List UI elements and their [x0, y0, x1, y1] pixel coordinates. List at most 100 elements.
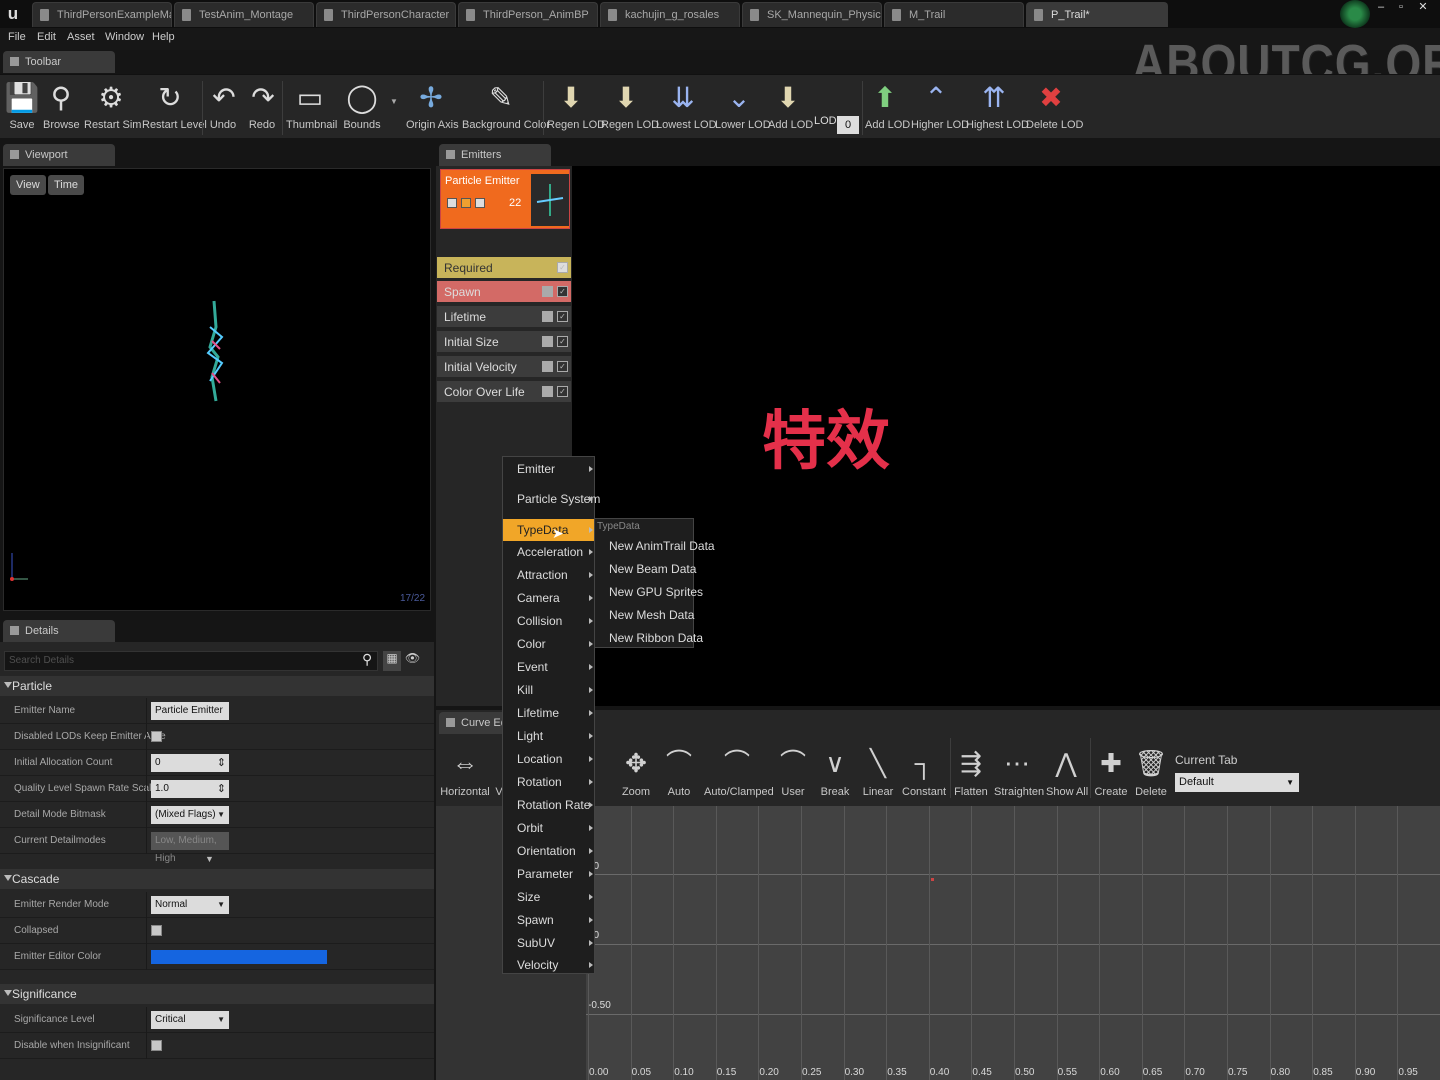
- menu-item-new-gpu-sprites[interactable]: New GPU Sprites: [609, 585, 703, 599]
- quality-level-spawn-field[interactable]: 1.0: [151, 780, 229, 798]
- menu-item-event[interactable]: Event: [503, 656, 595, 678]
- restart-level-button[interactable]: ↻ Restart Level: [142, 75, 207, 137]
- menu-item-new-mesh-data[interactable]: New Mesh Data: [609, 608, 694, 622]
- module-curve-checkbox[interactable]: ✓: [557, 361, 568, 372]
- menu-item-size[interactable]: Size: [503, 886, 595, 908]
- delete-lod-button[interactable]: ✖ Delete LOD: [1026, 75, 1083, 137]
- menu-item-lifetime[interactable]: Lifetime: [503, 702, 595, 724]
- undo-button[interactable]: ↶ Undo: [206, 75, 240, 137]
- menu-item-camera[interactable]: Camera: [503, 587, 595, 609]
- regen-lod-button-2[interactable]: ⬇ Regen LOD: [601, 75, 659, 137]
- add-lod-button-1[interactable]: ⬇ Add LOD: [768, 75, 813, 137]
- grid-view-icon[interactable]: ▦: [383, 651, 401, 671]
- menu-item-subuv[interactable]: SubUV: [503, 932, 595, 954]
- curve-key-point[interactable]: [931, 878, 934, 881]
- toolbar-panel-tab[interactable]: Toolbar: [3, 51, 115, 73]
- module-required[interactable]: Required ✓: [437, 257, 571, 279]
- emitter-enable-checkbox[interactable]: [447, 198, 457, 208]
- restart-sim-button[interactable]: ⚙ Restart Sim: [84, 75, 141, 137]
- doc-tab-thirdpersonexamplemap[interactable]: ThirdPersonExampleMap: [32, 2, 172, 27]
- highest-lod-button[interactable]: ⇈ Highest LOD: [966, 75, 1029, 137]
- minimize-icon[interactable]: –: [1372, 0, 1390, 14]
- menu-item-emitter[interactable]: Emitter: [503, 458, 595, 480]
- view-button[interactable]: View: [10, 175, 46, 195]
- module-curve-checkbox[interactable]: ✓: [557, 311, 568, 322]
- doc-tab-thirdpersoncharacter[interactable]: ThirdPersonCharacter: [316, 2, 456, 27]
- menu-file[interactable]: File: [8, 31, 26, 43]
- emitter-header[interactable]: Particle Emitter 22: [440, 169, 570, 229]
- significance-level-dropdown[interactable]: Critical: [151, 1011, 229, 1029]
- menu-item-rotation-rate[interactable]: Rotation Rate: [503, 794, 595, 816]
- lower-lod-button[interactable]: ⌄ Lower LOD: [715, 75, 771, 137]
- module-enable-checkbox[interactable]: [542, 336, 553, 347]
- unreal-logo-icon[interactable]: u: [0, 0, 26, 28]
- green-status-icon[interactable]: [1340, 0, 1370, 28]
- menu-item-new-beam-data[interactable]: New Beam Data: [609, 562, 696, 576]
- menu-help[interactable]: Help: [152, 31, 175, 43]
- menu-item-kill[interactable]: Kill: [503, 679, 595, 701]
- category-significance[interactable]: Significance: [0, 984, 434, 1004]
- menu-item-orbit[interactable]: Orbit: [503, 817, 595, 839]
- module-color-over-life[interactable]: Color Over Life ✓: [437, 381, 571, 403]
- menu-asset[interactable]: Asset: [67, 31, 95, 43]
- module-curve-checkbox[interactable]: ✓: [557, 262, 568, 273]
- menu-item-attraction[interactable]: Attraction: [503, 564, 595, 586]
- menu-edit[interactable]: Edit: [37, 31, 56, 43]
- render-mode-dropdown[interactable]: Normal: [151, 896, 229, 914]
- add-lod-button-2[interactable]: ⬆ Add LOD: [865, 75, 910, 137]
- module-initial-size[interactable]: Initial Size ✓: [437, 331, 571, 353]
- module-curve-checkbox[interactable]: ✓: [557, 386, 568, 397]
- regen-lod-button-1[interactable]: ⬇ Regen LOD: [547, 75, 605, 137]
- redo-button[interactable]: ↷ Redo: [245, 75, 279, 137]
- module-lifetime[interactable]: Lifetime ✓: [437, 306, 571, 328]
- maximize-icon[interactable]: ▫: [1392, 0, 1410, 14]
- doc-tab-sk-mannequin-physics[interactable]: SK_Mannequin_PhysicsAs: [742, 2, 882, 27]
- doc-tab-m-trail[interactable]: M_Trail: [884, 2, 1024, 27]
- doc-tab-testanim-montage[interactable]: TestAnim_Montage: [174, 2, 314, 27]
- emitters-panel-tab[interactable]: Emitters: [439, 144, 551, 166]
- menu-item-particle-system[interactable]: Particle System: [503, 488, 600, 510]
- emitter-color-swatch[interactable]: [151, 950, 327, 964]
- module-curve-checkbox[interactable]: ✓: [557, 286, 568, 297]
- menu-item-typedata[interactable]: TypeData: [503, 519, 595, 541]
- module-spawn[interactable]: Spawn ✓: [437, 281, 571, 303]
- module-curve-checkbox[interactable]: ✓: [557, 336, 568, 347]
- menu-item-velocity[interactable]: Velocity: [503, 954, 595, 976]
- menu-item-location[interactable]: Location: [503, 748, 595, 770]
- doc-tab-kachujin[interactable]: kachujin_g_rosales: [600, 2, 740, 27]
- doc-tab-p-trail[interactable]: P_Trail*: [1026, 2, 1168, 27]
- search-icon[interactable]: ⚲: [362, 651, 372, 668]
- time-button[interactable]: Time: [48, 175, 85, 195]
- close-icon[interactable]: ✕: [1414, 0, 1432, 14]
- curve-graph[interactable]: 50 00 -0.50 0.000.050.100.150.200.250.30…: [586, 806, 1440, 1080]
- save-button[interactable]: 💾 Save: [4, 75, 40, 137]
- initial-allocation-field[interactable]: 0: [151, 754, 229, 772]
- viewport-panel-tab[interactable]: Viewport: [3, 144, 115, 166]
- menu-item-new-animtrail-data[interactable]: New AnimTrail Data: [609, 539, 715, 553]
- search-details-input[interactable]: Search Details: [4, 651, 378, 671]
- category-cascade[interactable]: Cascade: [0, 869, 434, 889]
- eye-visibility-icon[interactable]: 👁: [405, 651, 420, 665]
- thumbnail-button[interactable]: ▭ Thumbnail: [286, 75, 337, 137]
- browse-button[interactable]: ⚲ Browse: [43, 75, 80, 137]
- emitter-render-checkbox[interactable]: [475, 198, 485, 208]
- menu-item-orientation[interactable]: Orientation: [503, 840, 595, 862]
- module-enable-checkbox[interactable]: [542, 286, 553, 297]
- module-enable-checkbox[interactable]: [542, 386, 553, 397]
- current-tab-dropdown[interactable]: Default ▼: [1175, 773, 1299, 792]
- collapsed-checkbox[interactable]: [151, 925, 162, 936]
- viewport[interactable]: View Time 17/22: [3, 168, 431, 611]
- expand-advanced-icon[interactable]: ▼: [205, 854, 214, 864]
- module-enable-checkbox[interactable]: [542, 361, 553, 372]
- lowest-lod-button[interactable]: ⇊ Lowest LOD: [656, 75, 717, 137]
- menu-item-acceleration[interactable]: Acceleration: [503, 541, 595, 563]
- bounds-button[interactable]: ◯ Bounds: [342, 75, 382, 137]
- menu-item-parameter[interactable]: Parameter: [503, 863, 595, 885]
- bounds-dropdown-icon[interactable]: ▼: [390, 97, 398, 106]
- menu-item-rotation[interactable]: Rotation: [503, 771, 595, 793]
- menu-item-color[interactable]: Color: [503, 633, 595, 655]
- higher-lod-button[interactable]: ⌃ Higher LOD: [911, 75, 969, 137]
- emitter-name-field[interactable]: Particle Emitter: [151, 702, 229, 720]
- doc-tab-thirdperson-animbp[interactable]: ThirdPerson_AnimBP: [458, 2, 598, 27]
- lod-value-field[interactable]: 0: [837, 116, 859, 134]
